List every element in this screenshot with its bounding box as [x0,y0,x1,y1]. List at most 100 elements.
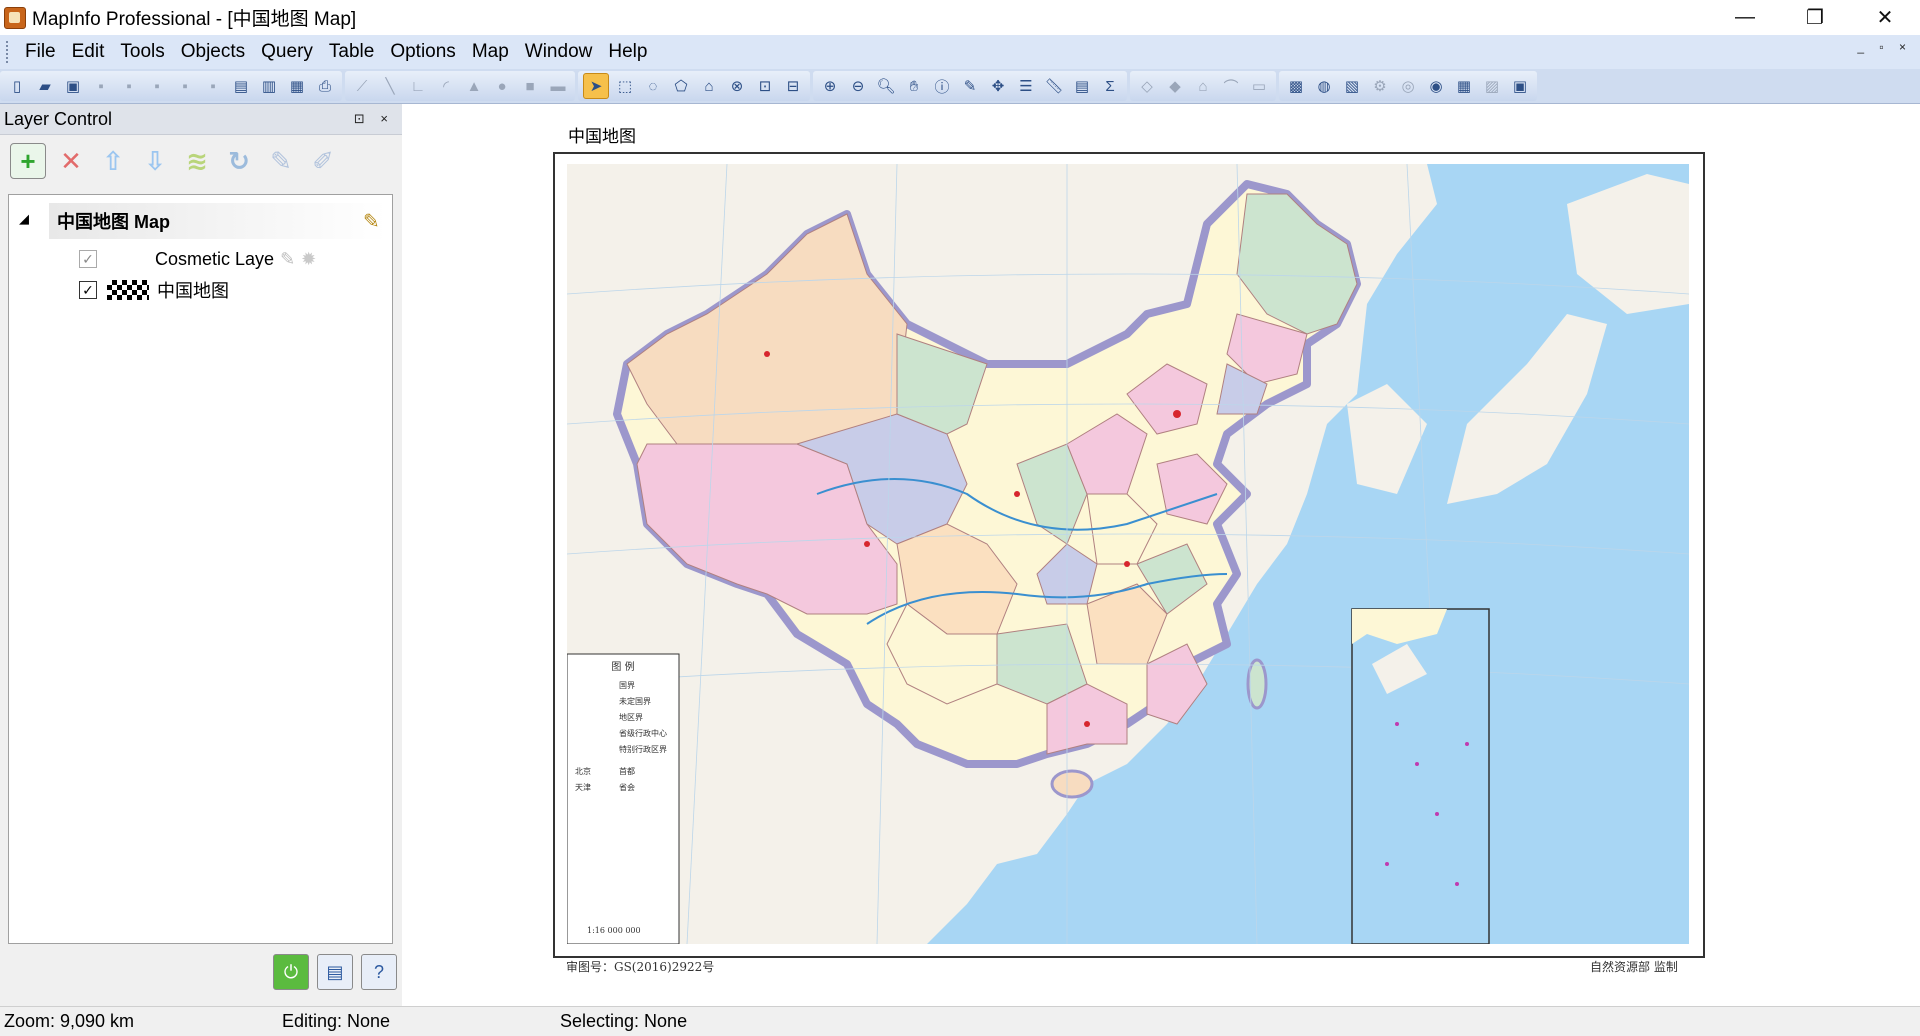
status-editing[interactable]: Editing: None [282,1011,390,1032]
panel-pin-close-controls[interactable]: ⊡ × [354,111,394,127]
info-icon[interactable]: ⓘ [930,74,954,98]
menu-table[interactable]: Table [321,41,382,63]
layout-icon[interactable]: ▦ [1452,74,1476,98]
status-zoom[interactable]: Zoom: 9,090 km [4,1011,134,1032]
menu-help[interactable]: Help [600,41,655,63]
menu-options[interactable]: Options [382,41,463,63]
region-style-icon[interactable]: ▭ [1247,74,1271,98]
legend-scale: 1:16 000 000 [587,926,641,935]
display-sun-icon[interactable]: ✹ [301,249,316,270]
menu-file[interactable]: File [17,41,64,63]
open-dbms-icon[interactable]: ▥ [257,74,281,98]
map-node-label: 中国地图 Map [57,212,171,232]
mdi-window-controls[interactable]: _ ▫ × [1857,40,1912,54]
menu-edit[interactable]: Edit [64,41,113,63]
tools-icon[interactable]: ⚙ [1368,74,1392,98]
polyline-corner-icon[interactable]: ∟ [406,74,430,98]
china-map-layer-checkbox[interactable]: ✓ [79,281,97,299]
ruler-icon[interactable]: 📏︎ [1042,74,1066,98]
ellipse-icon[interactable]: ● [490,74,514,98]
apply-power-icon[interactable]: ⏻ [273,954,309,990]
refresh-layers-icon[interactable]: ↻ [222,144,256,178]
layer-properties-icon[interactable]: ▤ [317,954,353,990]
menu-tools[interactable]: Tools [112,41,172,63]
save-copy-icon[interactable]: ▪ [117,74,141,98]
reshape-icon[interactable]: ◇ [1135,74,1159,98]
reorder-layers-icon[interactable]: ≋ [180,144,214,178]
cosmetic-layer-checkbox[interactable]: ✓ [79,250,97,268]
new-document-icon[interactable]: ▯ [5,74,29,98]
map-image-frame[interactable]: 图 例 国界 未定国界 地区界 省级行政中心 特别行政区界 北京 天津 首都 省… [553,152,1705,958]
line-style-icon[interactable]: ⌒ [1219,74,1243,98]
marquee-select-icon[interactable]: ⬚ [613,74,637,98]
legend-icon[interactable]: ▤ [1070,74,1094,98]
world-globe-icon[interactable]: ◍ [1312,74,1336,98]
move-down-icon[interactable]: ⇩ [138,144,172,178]
unselect-icon[interactable]: ⊡ [753,74,777,98]
radius-select-icon[interactable]: ◌ [641,74,665,98]
layer-row-cosmetic[interactable]: ✓ Cosmetic Laye ✎ ✹ [79,244,316,274]
boundary-select-icon[interactable]: ⌂ [697,74,721,98]
menu-query[interactable]: Query [253,41,321,63]
rectangle-icon[interactable]: ■ [518,74,542,98]
line-icon[interactable]: ╲ [378,74,402,98]
map-view-icon[interactable]: ▧ [1340,74,1364,98]
print-setup-icon[interactable]: ▦ [285,74,309,98]
editable-pencil-icon[interactable]: ✎ [280,249,295,270]
zoom-out-icon[interactable]: ⊖ [846,74,870,98]
menu-window[interactable]: Window [517,41,601,63]
help-icon[interactable]: ? [361,954,397,990]
add-layer-icon[interactable]: + [10,143,46,179]
display-options-icon[interactable]: ✎ [264,144,298,178]
polygon-icon[interactable]: ▲ [462,74,486,98]
rounded-rectangle-icon[interactable]: ▬ [546,74,570,98]
status-selecting[interactable]: Selecting: None [560,1011,687,1032]
drag-window-icon[interactable]: ✥ [986,74,1010,98]
main-toolbar: ▯ ▰ ▣ ▪ ▪ ▪ ▪ ▪ ▤ ▥ ▦ ⎙ ⟋ ╲ ∟ ◜ ▲ ● ■ ▬ … [0,69,1920,104]
close-table-icon[interactable]: ▤ [229,74,253,98]
move-up-icon[interactable]: ⇧ [96,144,130,178]
legend-item-3: 省级行政中心 [619,729,667,738]
menu-map[interactable]: Map [464,41,517,63]
label-options-icon[interactable]: ✐ [306,144,340,178]
graph-select-icon[interactable]: ⊟ [781,74,805,98]
collapse-triangle-icon[interactable]: ◢ [19,211,29,227]
restore-button[interactable]: ❐ [1780,0,1850,35]
change-view-icon[interactable]: 🔍︎ [874,74,898,98]
open-folder-icon[interactable]: ▰ [33,74,57,98]
save-workspace-icon[interactable]: ▪ [201,74,225,98]
toolbar-group-standard: ▯ ▰ ▣ ▪ ▪ ▪ ▪ ▪ ▤ ▥ ▦ ⎙ [0,71,342,101]
save-icon[interactable]: ▪ [89,74,113,98]
label-tool-icon[interactable]: ✎ [958,74,982,98]
layer-row-china-map[interactable]: ✓ 中国地图 [79,275,229,305]
invert-select-icon[interactable]: ⊗ [725,74,749,98]
add-node-icon[interactable]: ◆ [1163,74,1187,98]
map-properties-icon[interactable]: ✎ [363,209,380,234]
zoom-in-icon[interactable]: ⊕ [818,74,842,98]
menu-objects[interactable]: Objects [173,41,253,63]
layer-control-icon[interactable]: ☰ [1014,74,1038,98]
arc-icon[interactable]: ◜ [434,74,458,98]
map-image[interactable]: 图 例 国界 未定国界 地区界 省级行政中心 特别行政区界 北京 天津 首都 省… [567,164,1689,944]
polyline-icon[interactable]: ⟋ [350,74,374,98]
symbol-style-icon[interactable]: ⌂ [1191,74,1215,98]
layers-icon[interactable]: ◎ [1396,74,1420,98]
statistics-icon[interactable]: Σ [1098,74,1122,98]
save-query-icon[interactable]: ▪ [145,74,169,98]
tree-map-node[interactable]: ◢ 中国地图 Map ✎ [19,203,387,239]
print-icon[interactable]: ⎙ [313,74,337,98]
google-earth-icon[interactable]: ◉ [1424,74,1448,98]
select-arrow-icon[interactable]: ➤ [583,73,609,99]
minimize-button[interactable]: — [1710,0,1780,35]
close-button[interactable]: ✕ [1850,0,1920,35]
remove-layer-icon[interactable]: ✕ [54,144,88,178]
open-workspace-icon[interactable]: ▣ [61,74,85,98]
export-icon[interactable]: ▪ [173,74,197,98]
menu-grip[interactable] [6,41,11,63]
image-icon[interactable]: ▣ [1508,74,1532,98]
open-universal-icon[interactable]: ▩ [1284,74,1308,98]
clip-icon[interactable]: ▨ [1480,74,1504,98]
toolbar-group-tools: ▩ ◍ ▧ ⚙ ◎ ◉ ▦ ▨ ▣ [1279,71,1537,101]
grabber-hand-icon[interactable]: ✋︎ [902,74,926,98]
polygon-select-icon[interactable]: ⬠ [669,74,693,98]
